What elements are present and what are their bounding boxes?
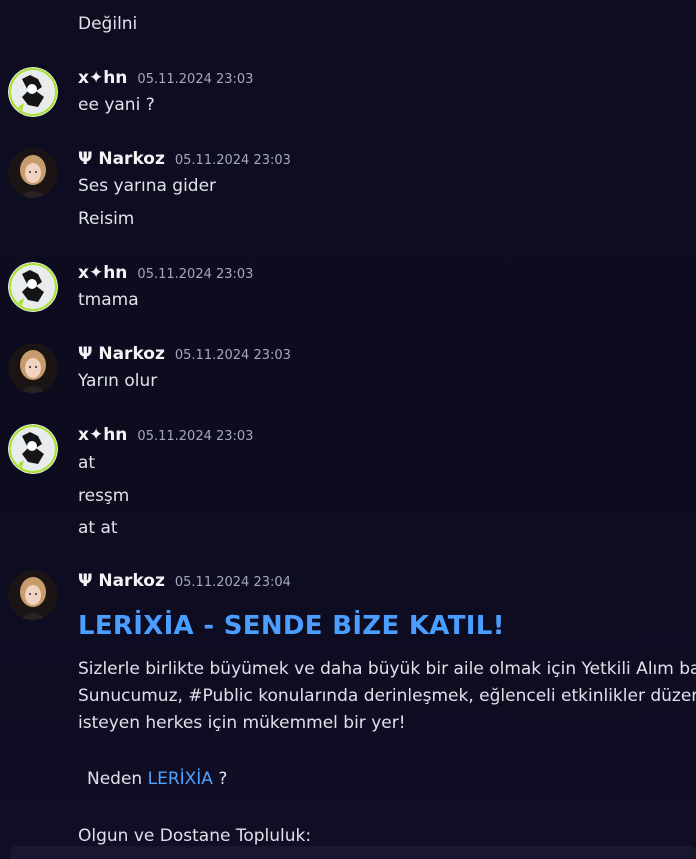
username[interactable]: x✦hn: [78, 425, 127, 445]
message-text: at at: [78, 518, 118, 538]
message-text: resşm: [78, 486, 130, 506]
message-composer[interactable]: [10, 846, 696, 859]
embed-paragraph-line: Sunucumuz, #Public konularında derinleşm…: [78, 686, 696, 706]
message-text: Reisim: [78, 209, 135, 229]
message-header: Ψ Narkoz 05.11.2024 23:03: [78, 344, 291, 364]
server-link[interactable]: LERİXİA: [148, 769, 213, 789]
chat-messages: Değilni x✦hn 05.11.2024 23:03 ee yani ? …: [0, 0, 696, 859]
why-suffix: ?: [212, 769, 228, 789]
embed-paragraph-line: isteyen herkes için mükemmel bir yer!: [78, 713, 406, 733]
message-text: at: [78, 453, 96, 473]
username[interactable]: x✦hn: [78, 263, 127, 283]
timestamp: 05.11.2024 23:04: [174, 575, 291, 590]
username[interactable]: Ψ Narkoz: [78, 571, 165, 591]
username[interactable]: Ψ Narkoz: [78, 344, 165, 364]
message-text: ee yani ?: [78, 95, 155, 115]
user-avatar-xhn[interactable]: [8, 424, 58, 474]
message-header: Ψ Narkoz 05.11.2024 23:03: [78, 149, 291, 169]
message-text: Değilni: [78, 14, 138, 34]
timestamp: 05.11.2024 23:03: [174, 348, 291, 363]
embed-title: LERİXİA - SENDE BİZE KATIL!: [78, 611, 505, 641]
timestamp: 05.11.2024 23:03: [137, 267, 254, 282]
username[interactable]: x✦hn: [78, 68, 127, 88]
why-prefix: Neden: [87, 769, 148, 789]
username[interactable]: Ψ Narkoz: [78, 149, 165, 169]
message-text: Yarın olur: [78, 371, 158, 391]
user-avatar-narkoz[interactable]: [8, 570, 58, 620]
timestamp: 05.11.2024 23:03: [174, 153, 291, 168]
message-header: x✦hn 05.11.2024 23:03: [78, 263, 253, 283]
timestamp: 05.11.2024 23:03: [137, 429, 254, 444]
user-avatar-xhn[interactable]: [8, 67, 58, 117]
message-text: tmama: [78, 290, 139, 310]
message-header: Ψ Narkoz 05.11.2024 23:04: [78, 571, 291, 591]
embed-paragraph-line: Sizlerle birlikte büyümek ve daha büyük …: [78, 659, 696, 679]
user-avatar-narkoz[interactable]: [8, 148, 58, 198]
message-text: Ses yarına gider: [78, 176, 217, 196]
embed-why-line: Neden LERİXİA ?: [87, 767, 227, 792]
timestamp: 05.11.2024 23:03: [137, 72, 254, 87]
user-avatar-narkoz[interactable]: [8, 343, 58, 393]
message-header: x✦hn 05.11.2024 23:03: [78, 68, 253, 88]
message-header: x✦hn 05.11.2024 23:03: [78, 425, 253, 445]
user-avatar-xhn[interactable]: [8, 262, 58, 312]
